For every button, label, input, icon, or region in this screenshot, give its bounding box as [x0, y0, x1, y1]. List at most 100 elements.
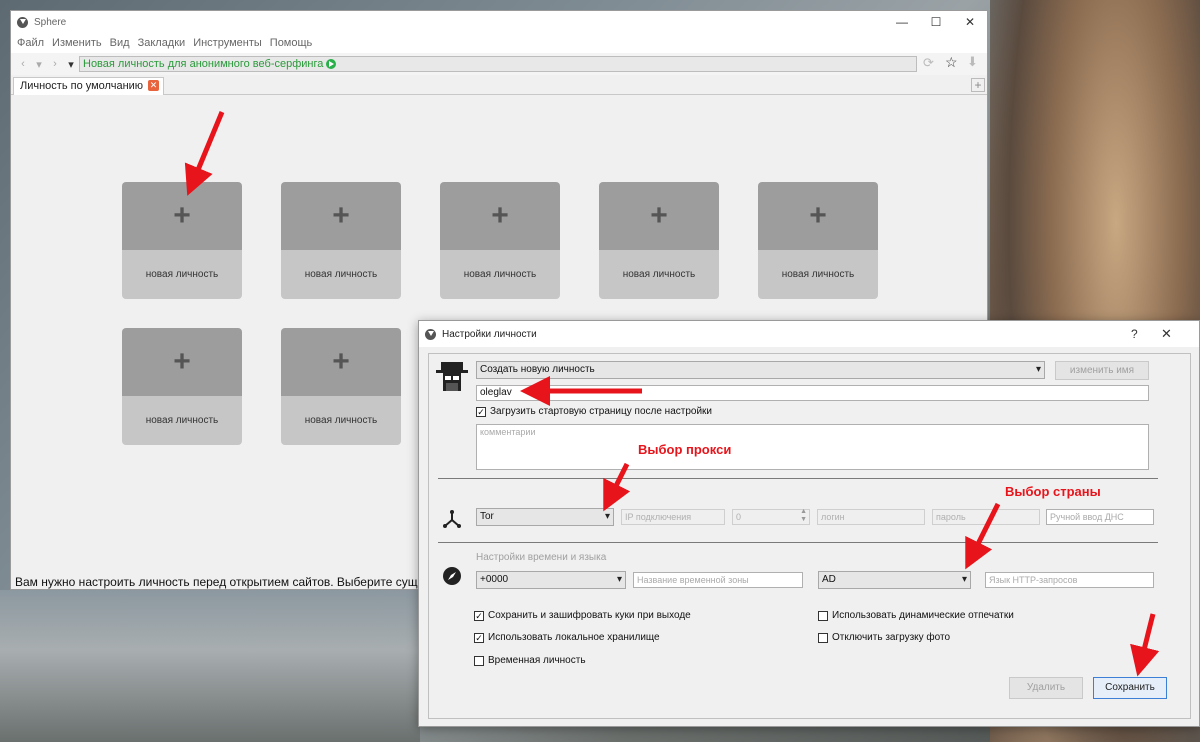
menu-edit[interactable]: Изменить — [52, 37, 102, 49]
identity-settings-dialog: Настройки личности ? ✕ Создать новую лич… — [418, 320, 1200, 727]
url-dropdown-icon[interactable]: ▾ — [63, 58, 79, 71]
card-label: новая личность — [281, 396, 401, 445]
temporary-identity-checkbox[interactable]: Временная личность — [474, 655, 586, 666]
timezone-name-input[interactable]: Название временной зоны — [633, 572, 803, 588]
dialog-title: Настройки личности — [442, 328, 537, 340]
save-cookies-checkbox[interactable]: ✓ Сохранить и зашифровать куки при выход… — [474, 610, 691, 621]
comments-textarea[interactable]: комментарии — [476, 424, 1149, 470]
menu-help[interactable]: Помощь — [270, 37, 313, 49]
proxy-choice-annotation: Выбор прокси — [638, 442, 732, 457]
tab-close-icon[interactable]: ✕ — [148, 80, 160, 91]
plus-icon: + — [758, 182, 878, 250]
new-identity-card[interactable]: + новая личность — [599, 182, 719, 299]
checkbox-label: Отключить загрузку фото — [832, 632, 951, 643]
tab-default-identity[interactable]: Личность по умолчанию ✕ — [13, 77, 165, 95]
local-storage-checkbox[interactable]: ✓ Использовать локальное хранилище — [474, 632, 660, 643]
http-language-placeholder: Язык HTTP-запросов — [989, 575, 1078, 585]
menu-bar: Файл Изменить Вид Закладки Инструменты П… — [11, 33, 987, 53]
identity-select-value: Создать новую личность — [480, 364, 595, 375]
checkbox-checked-icon: ✓ — [476, 406, 486, 417]
new-identity-card[interactable]: + новая личность — [122, 328, 242, 445]
reload-icon[interactable]: ⟳ — [923, 55, 934, 71]
window-titlebar: Sphere — ☐ ✕ — [11, 11, 987, 33]
menu-file[interactable]: Файл — [17, 37, 44, 49]
new-identity-card[interactable]: + новая личность — [281, 328, 401, 445]
new-identity-card[interactable]: + новая личность — [440, 182, 560, 299]
card-label: новая личность — [758, 250, 878, 299]
port-value: 0 — [736, 512, 742, 522]
new-identity-card[interactable]: + новая личность — [758, 182, 878, 299]
sphere-logo-icon — [425, 328, 436, 340]
checkbox-unchecked-icon — [474, 655, 484, 666]
checkbox-checked-icon: ✓ — [474, 632, 484, 643]
port-spinbox[interactable]: 0 ▲ ▼ — [732, 508, 810, 525]
tab-label: Личность по умолчанию — [20, 80, 144, 92]
menu-bookmarks[interactable]: Закладки — [138, 37, 186, 49]
dns-input[interactable]: Ручной ввод ДНС — [1046, 509, 1154, 525]
timezone-offset-value: +0000 — [480, 574, 509, 585]
password-input[interactable]: пароль — [932, 509, 1040, 525]
delete-button[interactable]: Удалить — [1009, 677, 1083, 699]
desktop-wallpaper-lower — [0, 590, 420, 742]
url-bar[interactable]: Новая личность для анонимного веб-серфин… — [79, 56, 917, 72]
close-window-icon[interactable]: ✕ — [953, 11, 987, 33]
proxy-type-value: Tor — [480, 511, 494, 522]
dns-placeholder: Ручной ввод ДНС — [1050, 512, 1124, 522]
incognito-avatar-icon — [436, 362, 468, 391]
country-select[interactable]: AD — [818, 571, 971, 589]
card-label: новая личность — [122, 250, 242, 299]
forward-icon[interactable]: › — [47, 58, 63, 70]
navigation-bar: ‹ ▾ › ▾ Новая личность для анонимного ве… — [11, 53, 987, 75]
bookmark-star-icon[interactable]: ☆ — [945, 54, 958, 71]
login-input[interactable]: логин — [817, 509, 925, 525]
sphere-logo-icon — [17, 16, 28, 28]
checkbox-label: Загрузить стартовую страницу после настр… — [490, 406, 713, 417]
checkbox-checked-icon: ✓ — [474, 610, 484, 621]
proxy-type-select[interactable]: Tor — [476, 508, 614, 526]
card-label: новая личность — [599, 250, 719, 299]
ip-input[interactable]: IP подключения — [621, 509, 725, 525]
download-icon[interactable]: ⬇ — [967, 54, 978, 70]
load-start-page-checkbox[interactable]: ✓ Загрузить стартовую страницу после нас… — [476, 406, 712, 417]
disable-images-checkbox[interactable]: Отключить загрузку фото — [818, 632, 950, 643]
checkbox-label: Использовать локальное хранилище — [488, 632, 660, 643]
plus-icon: + — [440, 182, 560, 250]
card-label: новая личность — [281, 250, 401, 299]
new-identity-card[interactable]: + новая личность — [122, 182, 242, 299]
card-label: новая личность — [440, 250, 560, 299]
save-button[interactable]: Сохранить — [1093, 677, 1167, 699]
help-icon[interactable]: ? — [1131, 327, 1138, 341]
settings-panel: Создать новую личность изменить имя oleg… — [428, 353, 1191, 719]
plus-icon: + — [122, 328, 242, 396]
timezone-offset-select[interactable]: +0000 — [476, 571, 626, 589]
back-icon[interactable]: ‹ — [15, 58, 31, 70]
country-choice-annotation: Выбор страны — [1005, 484, 1101, 499]
maximize-icon[interactable]: ☐ — [919, 11, 953, 33]
checkbox-label: Временная личность — [488, 655, 586, 666]
new-identity-card[interactable]: + новая личность — [281, 182, 401, 299]
identity-name-input[interactable]: oleglav — [476, 385, 1149, 401]
comments-placeholder: комментарии — [480, 427, 536, 437]
dynamic-fingerprints-checkbox[interactable]: Использовать динамические отпечатки — [818, 610, 1014, 621]
checkbox-unchecked-icon — [818, 632, 828, 643]
go-icon[interactable] — [326, 59, 337, 70]
status-message: Вам нужно настроить личность перед откры… — [15, 575, 448, 589]
identity-select[interactable]: Создать новую личность — [476, 361, 1045, 379]
plus-icon: + — [281, 182, 401, 250]
time-language-label: Настройки времени и языка — [476, 552, 607, 563]
history-dropdown-icon[interactable]: ▾ — [31, 58, 47, 71]
login-placeholder: логин — [821, 512, 845, 522]
proxy-network-icon — [443, 510, 461, 528]
spin-arrows-icon[interactable]: ▲ ▼ — [800, 508, 807, 524]
menu-tools[interactable]: Инструменты — [193, 37, 262, 49]
dialog-titlebar: Настройки личности — [419, 321, 1199, 347]
ip-placeholder: IP подключения — [625, 512, 692, 522]
country-value: AD — [822, 574, 836, 585]
rename-button[interactable]: изменить имя — [1055, 361, 1149, 380]
new-tab-button[interactable]: + — [971, 78, 985, 92]
http-language-input[interactable]: Язык HTTP-запросов — [985, 572, 1154, 588]
identity-name-value: oleglav — [480, 387, 512, 398]
minimize-icon[interactable]: — — [885, 11, 919, 33]
menu-view[interactable]: Вид — [110, 37, 130, 49]
close-dialog-icon[interactable]: ✕ — [1161, 326, 1172, 342]
